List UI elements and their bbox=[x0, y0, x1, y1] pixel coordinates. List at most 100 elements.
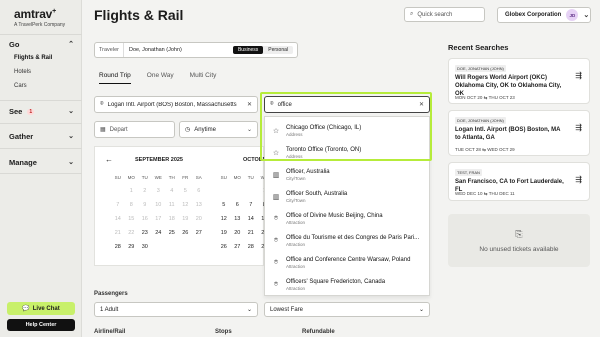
chevron-down-icon: ⌄ bbox=[68, 133, 74, 140]
calendar-day[interactable]: 13 bbox=[192, 202, 206, 208]
passengers-select[interactable]: 1 Adult ⌄ bbox=[94, 302, 258, 317]
suggestion-title: Office and Conference Centre Warsaw, Pol… bbox=[286, 257, 411, 263]
calendar-day[interactable]: 30 bbox=[138, 244, 152, 250]
tab-multi-city[interactable]: Multi City bbox=[190, 72, 217, 84]
calendar-day[interactable]: 11 bbox=[165, 202, 179, 208]
calendar-day[interactable]: 5 bbox=[217, 202, 231, 208]
depart-date-input[interactable]: ▦ Depart bbox=[94, 121, 175, 138]
nav-gather[interactable]: Gather ⌄ bbox=[0, 129, 82, 143]
calendar-day[interactable]: 20 bbox=[231, 230, 245, 236]
sort-value: Lowest Fare bbox=[270, 306, 304, 313]
prev-month-icon[interactable]: ← bbox=[105, 155, 113, 164]
calendar-day[interactable]: 20 bbox=[192, 216, 206, 222]
search-again-icon[interactable]: ⇶ bbox=[575, 123, 582, 132]
recent-search-card[interactable]: TEST, FRAN San Francisco, CA to Fort Lau… bbox=[448, 162, 590, 201]
calendar-day[interactable]: 25 bbox=[165, 230, 179, 236]
calendar-day[interactable]: 12 bbox=[179, 202, 193, 208]
calendar-day[interactable]: 26 bbox=[179, 230, 193, 236]
calendar-day[interactable]: 10 bbox=[152, 202, 166, 208]
calendar-day[interactable]: 27 bbox=[231, 244, 245, 250]
pin-icon: ⌾ bbox=[273, 215, 279, 222]
suggestion-item[interactable]: ☆ Chicago Office (Chicago, IL) Address bbox=[265, 120, 431, 142]
live-chat-button[interactable]: 💬 Live Chat bbox=[7, 302, 75, 315]
calendar-day[interactable]: 14 bbox=[111, 216, 125, 222]
nav-manage[interactable]: Manage ⌄ bbox=[0, 155, 82, 169]
calendar-day[interactable]: 24 bbox=[152, 230, 166, 236]
origin-input[interactable]: ⌾ Logan Intl. Airport (BOS) Boston, Mass… bbox=[94, 96, 258, 113]
calendar-day[interactable]: 23 bbox=[138, 230, 152, 236]
pin-icon: ⌾ bbox=[273, 259, 279, 266]
calendar-day[interactable]: 5 bbox=[179, 188, 193, 194]
nav-hotels[interactable]: Hotels bbox=[0, 65, 82, 79]
calendar-day[interactable]: 16 bbox=[138, 216, 152, 222]
calendar-day[interactable]: 28 bbox=[111, 244, 125, 250]
page-title: Flights & Rail bbox=[94, 7, 184, 23]
weekday-label: SU bbox=[220, 175, 227, 180]
card-traveler: TEST, FRAN bbox=[455, 169, 482, 176]
passengers-value: 1 Adult bbox=[100, 306, 119, 313]
tab-one-way[interactable]: One Way bbox=[147, 72, 174, 84]
business-toggle[interactable]: Business bbox=[232, 46, 264, 54]
sort-select[interactable]: Lowest Fare ⌄ bbox=[264, 302, 430, 317]
nav-see[interactable]: See 1 ⌄ bbox=[0, 104, 82, 118]
calendar-day[interactable]: 21 bbox=[111, 230, 125, 236]
calendar-day[interactable]: 28 bbox=[244, 244, 258, 250]
suggestion-item[interactable]: ⌾ Office du Tourisme et des Congres de Pa… bbox=[265, 230, 431, 252]
search-again-icon[interactable]: ⇶ bbox=[575, 71, 582, 80]
calendar-day[interactable]: 29 bbox=[125, 244, 139, 250]
chevron-down-icon: ⌄ bbox=[418, 307, 424, 313]
clear-destination-icon[interactable]: ✕ bbox=[419, 101, 424, 108]
calendar-day[interactable]: 1 bbox=[125, 188, 139, 194]
calendar-day[interactable]: 6 bbox=[231, 202, 245, 208]
suggestion-item[interactable]: ⌾ Office and Conference Centre Warsaw, Po… bbox=[265, 252, 431, 274]
calendar-day[interactable]: 21 bbox=[244, 230, 258, 236]
calendar-day[interactable]: 7 bbox=[111, 202, 125, 208]
suggestion-item[interactable]: ⌾ Officers' Square Fredericton, Canada Att… bbox=[265, 274, 431, 296]
suggestion-item[interactable]: ▥ Officer South, Australia City/Town bbox=[265, 186, 431, 208]
tab-round-trip[interactable]: Round Trip bbox=[99, 72, 131, 84]
help-center-button[interactable]: Help Center bbox=[7, 319, 75, 331]
company-switcher[interactable]: Globex Corporation JD ⌄ bbox=[497, 7, 591, 23]
calendar-day[interactable]: 18 bbox=[165, 216, 179, 222]
suggestion-title: Toronto Office (Toronto, ON) bbox=[286, 147, 362, 153]
calendar-day[interactable]: 9 bbox=[138, 202, 152, 208]
calendar-day[interactable]: 22 bbox=[125, 230, 139, 236]
depart-time-select[interactable]: ◷ Anytime ⌄ bbox=[179, 121, 258, 138]
calendar-day[interactable]: 8 bbox=[125, 202, 139, 208]
suggestion-item[interactable]: ▥ Officer, Australia City/Town bbox=[265, 164, 431, 186]
calendar-day[interactable]: 12 bbox=[217, 216, 231, 222]
card-traveler: DOE, JONATHAN (JOHN) bbox=[455, 65, 506, 72]
weekday-label: SA bbox=[195, 175, 202, 180]
chevron-down-icon: ⌄ bbox=[583, 12, 590, 19]
nav-flights-rail[interactable]: Flights & Rail bbox=[0, 51, 82, 65]
calendar-day[interactable]: 14 bbox=[244, 216, 258, 222]
amtrav-logo[interactable]: amtrav+ A TravelPerk Company bbox=[14, 7, 65, 28]
calendar-day[interactable]: 4 bbox=[165, 188, 179, 194]
nav-go-header[interactable]: Go ⌃ bbox=[0, 37, 82, 51]
suggestion-item[interactable]: ☆ Toronto Office (Toronto, ON) Address bbox=[265, 142, 431, 164]
calendar-day[interactable]: 7 bbox=[244, 202, 258, 208]
calendar-day[interactable]: 15 bbox=[125, 216, 139, 222]
quick-search-input[interactable]: ⌕ Quick search bbox=[404, 7, 485, 22]
clear-origin-icon[interactable]: ✕ bbox=[247, 101, 252, 108]
traveler-field[interactable]: Traveler Doe, Jonathan (John) Business P… bbox=[94, 42, 298, 58]
calendar-day[interactable]: 13 bbox=[231, 216, 245, 222]
calendar-day[interactable]: 6 bbox=[192, 188, 206, 194]
search-again-icon[interactable]: ⇶ bbox=[575, 175, 582, 184]
calendar-day[interactable]: 19 bbox=[179, 216, 193, 222]
card-dates: MON OCT 20 ⇆ THU OCT 23 bbox=[455, 95, 515, 100]
calendar-day[interactable]: 19 bbox=[217, 230, 231, 236]
recent-search-card[interactable]: DOE, JONATHAN (JOHN) Will Rogers World A… bbox=[448, 58, 590, 104]
pin-icon: ⌾ bbox=[100, 101, 104, 107]
suggestion-item[interactable]: ⌾ Office of Divine Music Beijing, China At… bbox=[265, 208, 431, 230]
calendar-day[interactable]: 26 bbox=[217, 244, 231, 250]
recent-search-card[interactable]: DOE, JONATHAN (JOHN) Logan Intl. Airport… bbox=[448, 110, 590, 156]
suggestion-type: Attraction bbox=[286, 220, 306, 225]
destination-input[interactable]: ⌾ office ✕ bbox=[264, 96, 430, 113]
calendar-day[interactable]: 2 bbox=[138, 188, 152, 194]
nav-cars[interactable]: Cars bbox=[0, 79, 82, 93]
calendar-day[interactable]: 17 bbox=[152, 216, 166, 222]
calendar-day[interactable]: 3 bbox=[152, 188, 166, 194]
calendar-day[interactable]: 27 bbox=[192, 230, 206, 236]
personal-toggle[interactable]: Personal bbox=[263, 46, 293, 54]
